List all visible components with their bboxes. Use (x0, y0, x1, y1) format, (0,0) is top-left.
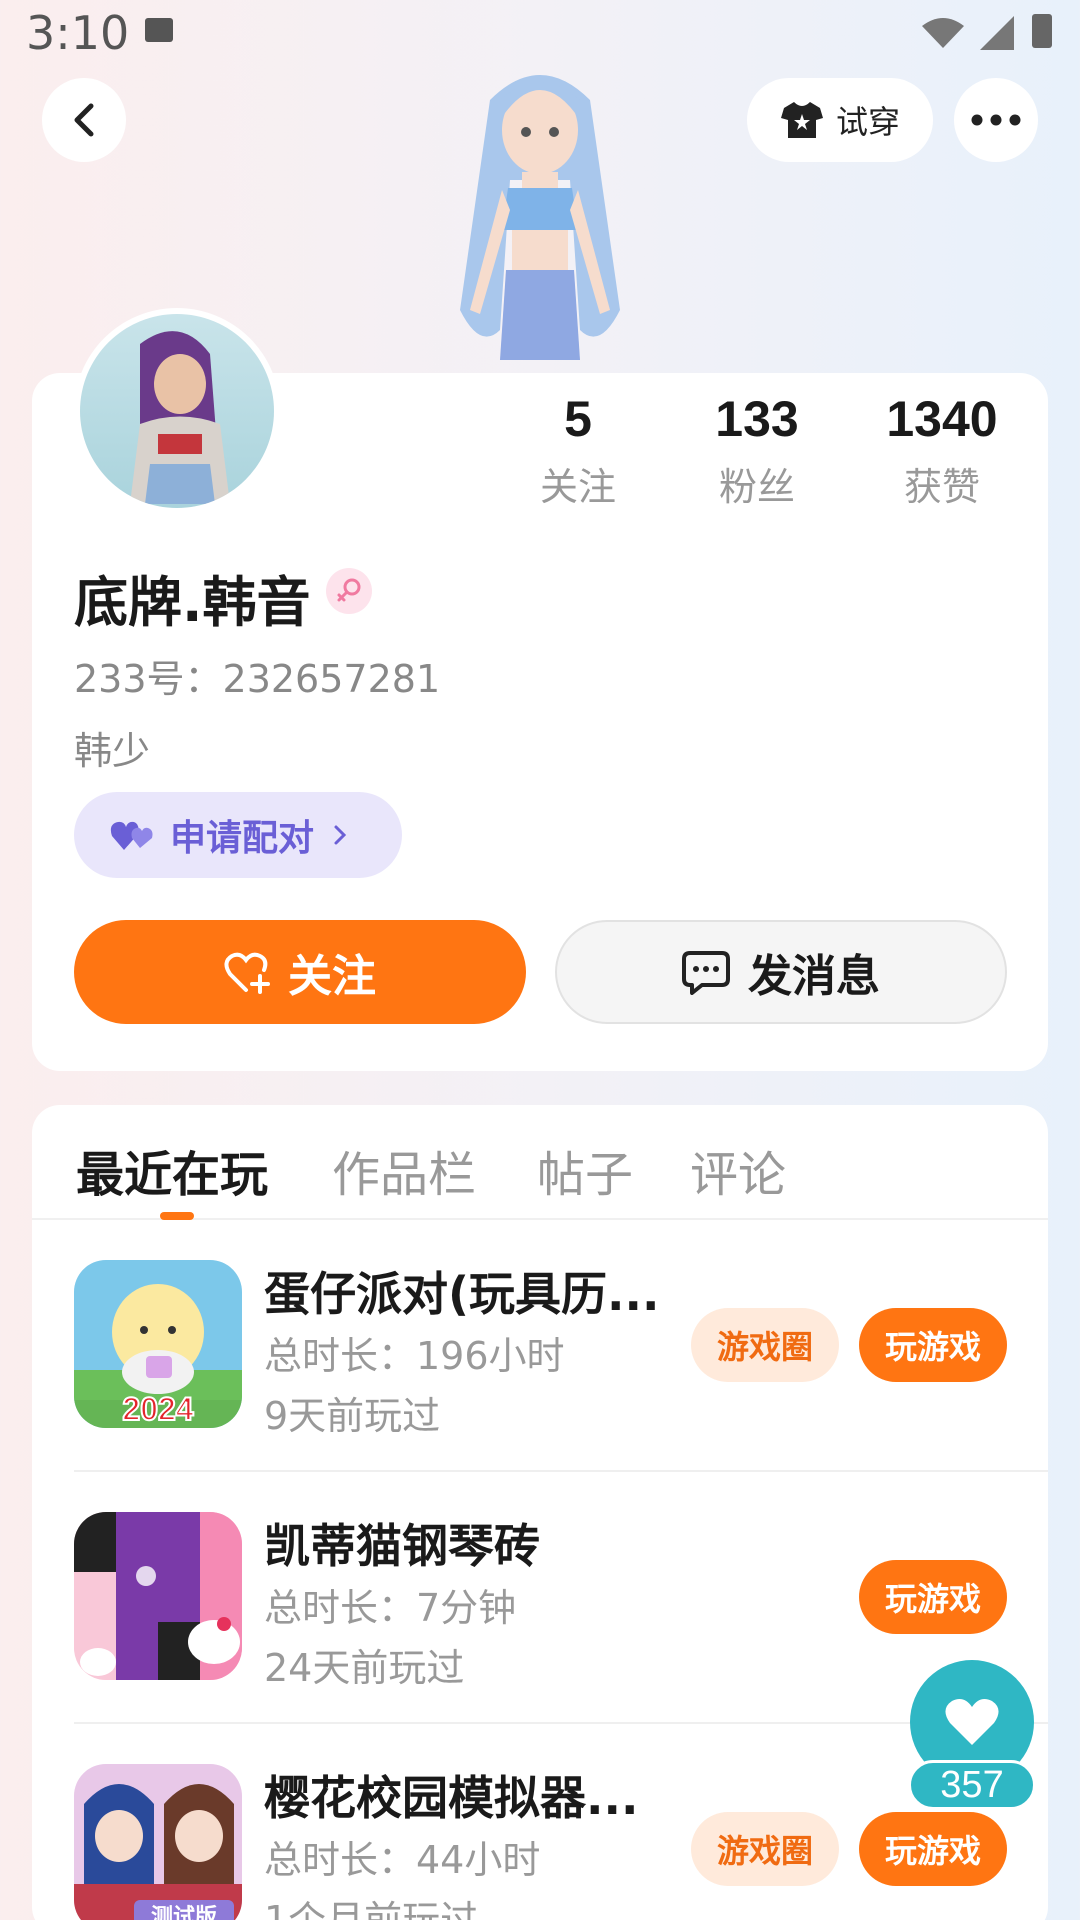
content-card: 最近在玩 作品栏 帖子 评论 2024 蛋仔派对(玩具历... 总时长：196小… (32, 1105, 1048, 1920)
game-icon-hello-kitty-piano[interactable] (74, 1512, 242, 1680)
double-heart-icon (110, 821, 153, 850)
chevron-right-icon (334, 825, 347, 845)
game-duration: 总时长：196小时 (264, 1334, 565, 1378)
stat-fans[interactable]: 133 粉丝 (677, 390, 837, 511)
game-row[interactable]: 凯蒂猫钢琴砖 总时长：7分钟 24天前玩过 玩游戏 (32, 1472, 1048, 1724)
username: 底牌.韩音 (74, 571, 311, 634)
chevron-left-icon (74, 103, 94, 137)
tab-indicator (160, 1212, 194, 1220)
game-last-played: 1个月前玩过 (264, 1898, 479, 1920)
back-button[interactable] (42, 78, 126, 162)
battery-icon (1032, 14, 1052, 48)
stat-likes[interactable]: 1340 获赞 (862, 390, 1022, 511)
game-icon-badge: 2024 (122, 1391, 193, 1427)
avatar-image (130, 331, 230, 504)
game-name: 樱花校园模拟器... (264, 1771, 639, 1825)
heart-plus-icon (224, 952, 270, 994)
follow-button[interactable]: 关注 (74, 920, 526, 1024)
more-button[interactable] (954, 78, 1038, 162)
game-row[interactable]: 测试版 樱花校园模拟器... 总时长：44小时 1个月前玩过 游戏圈 玩游戏 (32, 1724, 1048, 1920)
tab-posts[interactable]: 帖子 (537, 1135, 633, 1205)
stat-fans-value: 133 (715, 391, 799, 447)
apply-pair-button[interactable]: 申请配对 (74, 792, 402, 878)
user-bio: 韩少 (74, 729, 151, 773)
wifi-icon (922, 18, 964, 48)
game-row[interactable]: 2024 蛋仔派对(玩具历... 总时长：196小时 9天前玩过 游戏圈 玩游戏 (32, 1220, 1048, 1472)
game-duration: 总时长：7分钟 (264, 1586, 517, 1630)
stat-following-label: 关注 (539, 465, 616, 509)
heart-icon (945, 1699, 999, 1745)
signal-icon (980, 16, 1014, 50)
game-name: 蛋仔派对(玩具历... (264, 1267, 660, 1321)
play-game-button[interactable]: 玩游戏 (859, 1308, 1007, 1382)
game-last-played: 24天前玩过 (264, 1646, 465, 1690)
apply-pair-label: 申请配对 (170, 818, 315, 859)
game-icon-badge: 测试版 (151, 1905, 217, 1920)
stat-likes-value: 1340 (886, 391, 998, 447)
game-duration: 总时长：44小时 (264, 1838, 541, 1882)
game-circle-button[interactable]: 游戏圈 (691, 1308, 839, 1382)
play-game-button[interactable]: 玩游戏 (859, 1812, 1007, 1886)
more-dots-icon (971, 114, 1021, 126)
user-id: 233号：232657281 (74, 657, 441, 701)
image-notification-icon (145, 18, 173, 42)
stat-likes-label: 获赞 (903, 465, 980, 509)
tab-comments[interactable]: 评论 (690, 1135, 786, 1205)
send-message-label: 发消息 (748, 951, 880, 1002)
game-name: 凯蒂猫钢琴砖 (264, 1519, 540, 1573)
avatar[interactable] (74, 308, 280, 514)
female-gender-icon (326, 568, 372, 614)
game-icon-eggy-party[interactable]: 2024 (74, 1260, 242, 1428)
try-on-label: 试穿 (835, 103, 900, 141)
stat-following[interactable]: 5 关注 (498, 390, 658, 511)
chat-bubble-icon (682, 951, 730, 995)
game-last-played: 9天前玩过 (264, 1394, 441, 1438)
stat-fans-label: 粉丝 (718, 465, 795, 509)
stat-following-value: 5 (564, 391, 592, 447)
avatar-3d-character[interactable] (430, 60, 650, 375)
status-time: 3:10 (26, 6, 130, 60)
tab-bar: 最近在玩 作品栏 帖子 评论 (32, 1105, 1048, 1220)
game-icon-sakura-school[interactable]: 测试版 (74, 1764, 242, 1920)
tab-works[interactable]: 作品栏 (332, 1135, 476, 1205)
follow-label: 关注 (288, 951, 376, 1002)
tab-recent-play[interactable]: 最近在玩 (76, 1135, 268, 1205)
send-message-button[interactable]: 发消息 (555, 920, 1007, 1024)
like-count-badge: 357 (908, 1760, 1036, 1810)
try-on-button[interactable]: 试穿 (747, 78, 933, 162)
play-game-button[interactable]: 玩游戏 (859, 1560, 1007, 1634)
shirt-icon (780, 102, 823, 138)
game-circle-button[interactable]: 游戏圈 (691, 1812, 839, 1886)
